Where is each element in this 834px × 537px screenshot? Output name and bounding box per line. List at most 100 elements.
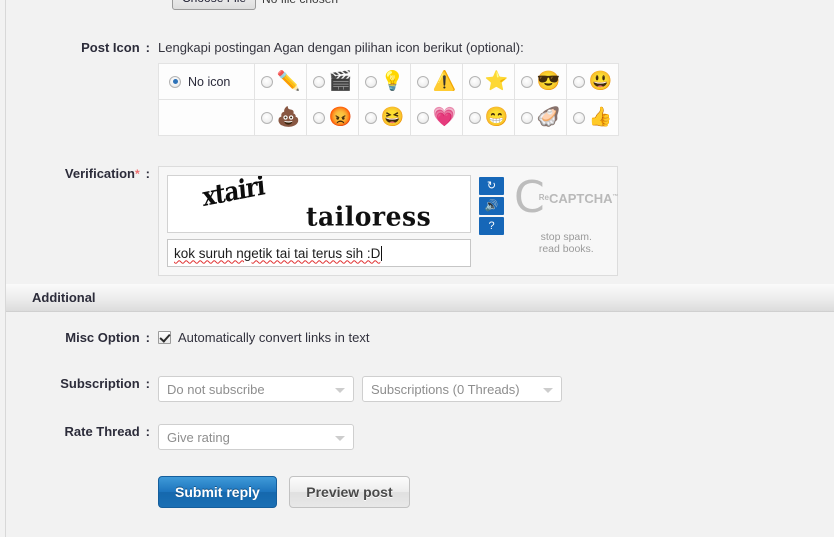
submit-reply-button[interactable]: Submit reply [158, 476, 277, 508]
subscription-mode-select[interactable]: Do not subscribe [158, 376, 354, 402]
radio-warning-triangle-icon[interactable] [416, 75, 429, 88]
radio-poop-icon[interactable] [260, 111, 273, 124]
captcha-right-column: ↻ 🔊 ? C ReCAPTCHA™ stop spam. read books… [479, 175, 619, 267]
tagline-line-1: stop spam. [540, 231, 592, 243]
captcha-word-1: xtairi [201, 175, 266, 214]
text-caret [381, 245, 383, 261]
rate-thread-value: Give rating [167, 429, 230, 445]
captcha-word-2: tailoress [306, 201, 432, 232]
chevron-down-icon [335, 388, 345, 393]
no-icon-cell[interactable]: No icon [158, 63, 255, 100]
recaptcha-name-text: CAPTCHA [548, 190, 613, 206]
convert-links-checkbox[interactable] [158, 331, 171, 344]
required-marker: * [134, 167, 140, 181]
refresh-captcha-icon[interactable]: ↻ [479, 177, 504, 195]
post-icon-row: Post Icon: Lengkapi postingan Agan denga… [0, 40, 619, 136]
radio-no-icon[interactable] [169, 75, 181, 88]
shell-icon: 🦪 [536, 107, 561, 128]
radio-shell-icon[interactable] [520, 111, 533, 124]
subscription-folder-select[interactable]: Subscriptions (0 Threads) [362, 376, 562, 402]
lightbulb-icon: 💡 [380, 71, 405, 92]
tagline-line-2: read books. [538, 243, 594, 255]
icon-cell-clapperboard[interactable]: 🎬 [306, 63, 359, 100]
trademark-icon: ™ [612, 193, 619, 200]
recaptcha-tagline: stop spam. read books. [539, 231, 594, 255]
radio-pink-heart-icon[interactable] [416, 111, 429, 124]
post-icon-hint: Lengkapi postingan Agan dengan pilihan i… [158, 40, 524, 55]
radio-smiley-face-icon[interactable] [572, 75, 585, 88]
clapperboard-icon: 🎬 [328, 71, 353, 92]
subscription-folder-value: Subscriptions (0 Threads) [371, 381, 520, 397]
icon-cell-warning[interactable]: ⚠️ [410, 63, 463, 100]
post-icon-content: Lengkapi postingan Agan dengan pilihan i… [158, 40, 619, 136]
misc-option-label: Misc Option: [0, 330, 158, 345]
verification-row: Verification*: xtairi tailoress kok suru… [0, 166, 619, 276]
subscription-label: Subscription: [0, 376, 158, 391]
icon-cell-poop[interactable]: 💩 [254, 99, 307, 136]
thumbs-up-icon: 👍 [588, 107, 613, 128]
radio-blue-grin-face-icon[interactable] [468, 111, 481, 124]
recaptcha-re-text: Re [538, 192, 549, 202]
form-action-buttons: Submit reply Preview post [158, 476, 410, 508]
captcha-input[interactable]: kok suruh ngetik tai tai terus sih :D [167, 239, 471, 267]
verification-colon: : [145, 166, 150, 181]
additional-section-header: Additional [6, 284, 834, 312]
icon-cell-smiley[interactable]: 😃 [566, 63, 619, 100]
icon-cell-lightbulb[interactable]: 💡 [358, 63, 411, 100]
help-captcha-icon[interactable]: ? [479, 217, 504, 235]
radio-cool-sunglasses-face-icon[interactable] [520, 75, 533, 88]
blue-grin-face-icon: 😁 [484, 107, 509, 128]
radio-clapperboard-icon[interactable] [312, 75, 325, 88]
recaptcha-wordmark: ReCAPTCHA™ [539, 191, 619, 206]
post-icon-colon: : [145, 40, 150, 55]
misc-option-label-text: Misc Option [65, 330, 140, 345]
icon-cell-cool-face[interactable]: 😎 [514, 63, 567, 100]
radio-star-icon[interactable] [468, 75, 481, 88]
chevron-down-icon [543, 388, 553, 393]
icon-cell-grinning-face[interactable]: 😆 [358, 99, 411, 136]
rate-thread-row: Rate Thread: Give rating [0, 424, 354, 450]
subscription-row: Subscription: Do not subscribe Subscript… [0, 376, 562, 402]
convert-links-checkbox-group[interactable]: Automatically convert links in text [158, 330, 369, 345]
captcha-panel: xtairi tailoress kok suruh ngetik tai ta… [158, 166, 619, 276]
captcha-image: xtairi tailoress [167, 175, 471, 233]
icon-cell-heart[interactable]: 💗 [410, 99, 463, 136]
verification-label-text: Verification [64, 166, 135, 181]
icon-cell-star[interactable]: ⭐ [462, 63, 515, 100]
star-icon: ⭐ [484, 71, 509, 92]
subscription-colon: : [145, 376, 150, 391]
radio-thumbs-up-icon[interactable] [572, 111, 585, 124]
rate-thread-select[interactable]: Give rating [158, 424, 354, 450]
rate-thread-label-text: Rate Thread [64, 424, 140, 439]
post-icon-label-text: Post Icon [81, 40, 140, 55]
reply-form-page: Choose File No file chosen Post Icon: Le… [0, 0, 834, 537]
recaptcha-brand: C ReCAPTCHA™ stop spam. read books. [514, 176, 619, 267]
icon-cell-blue-grin[interactable]: 😁 [462, 99, 515, 136]
cool-sunglasses-face-icon: 😎 [536, 71, 561, 92]
icon-cell-shell[interactable]: 🦪 [514, 99, 567, 136]
radio-grinning-red-face-icon[interactable] [364, 111, 377, 124]
no-icon-label: No icon [188, 74, 231, 89]
chevron-down-icon [335, 436, 345, 441]
icon-cell-angry-face[interactable]: 😡 [306, 99, 359, 136]
table-row: No icon ✏️ 🎬 💡 ⚠️ ⭐ 😎 😃 [158, 63, 619, 100]
smiley-face-icon: 😃 [588, 71, 613, 92]
pencil-icon: ✏️ [276, 71, 301, 92]
empty-cell [158, 99, 255, 136]
audio-captcha-icon[interactable]: 🔊 [479, 197, 504, 215]
choose-file-button[interactable]: Choose File [172, 0, 257, 10]
rate-thread-colon: : [145, 424, 150, 439]
icon-cell-pencil[interactable]: ✏️ [254, 63, 307, 100]
subscription-mode-value: Do not subscribe [167, 381, 265, 397]
preview-post-button[interactable]: Preview post [289, 476, 410, 508]
radio-pencil-icon[interactable] [260, 75, 273, 88]
rate-thread-label: Rate Thread: [0, 424, 158, 439]
form-actions-row: Submit reply Preview post [0, 476, 410, 508]
poop-icon: 💩 [276, 107, 301, 128]
misc-option-colon: : [145, 330, 150, 345]
file-upload-row: Choose File No file chosen [172, 0, 338, 10]
misc-option-row: Misc Option: Automatically convert links… [0, 330, 369, 345]
radio-angry-red-face-icon[interactable] [312, 111, 325, 124]
radio-lightbulb-icon[interactable] [364, 75, 377, 88]
icon-cell-thumbs-up[interactable]: 👍 [566, 99, 619, 136]
